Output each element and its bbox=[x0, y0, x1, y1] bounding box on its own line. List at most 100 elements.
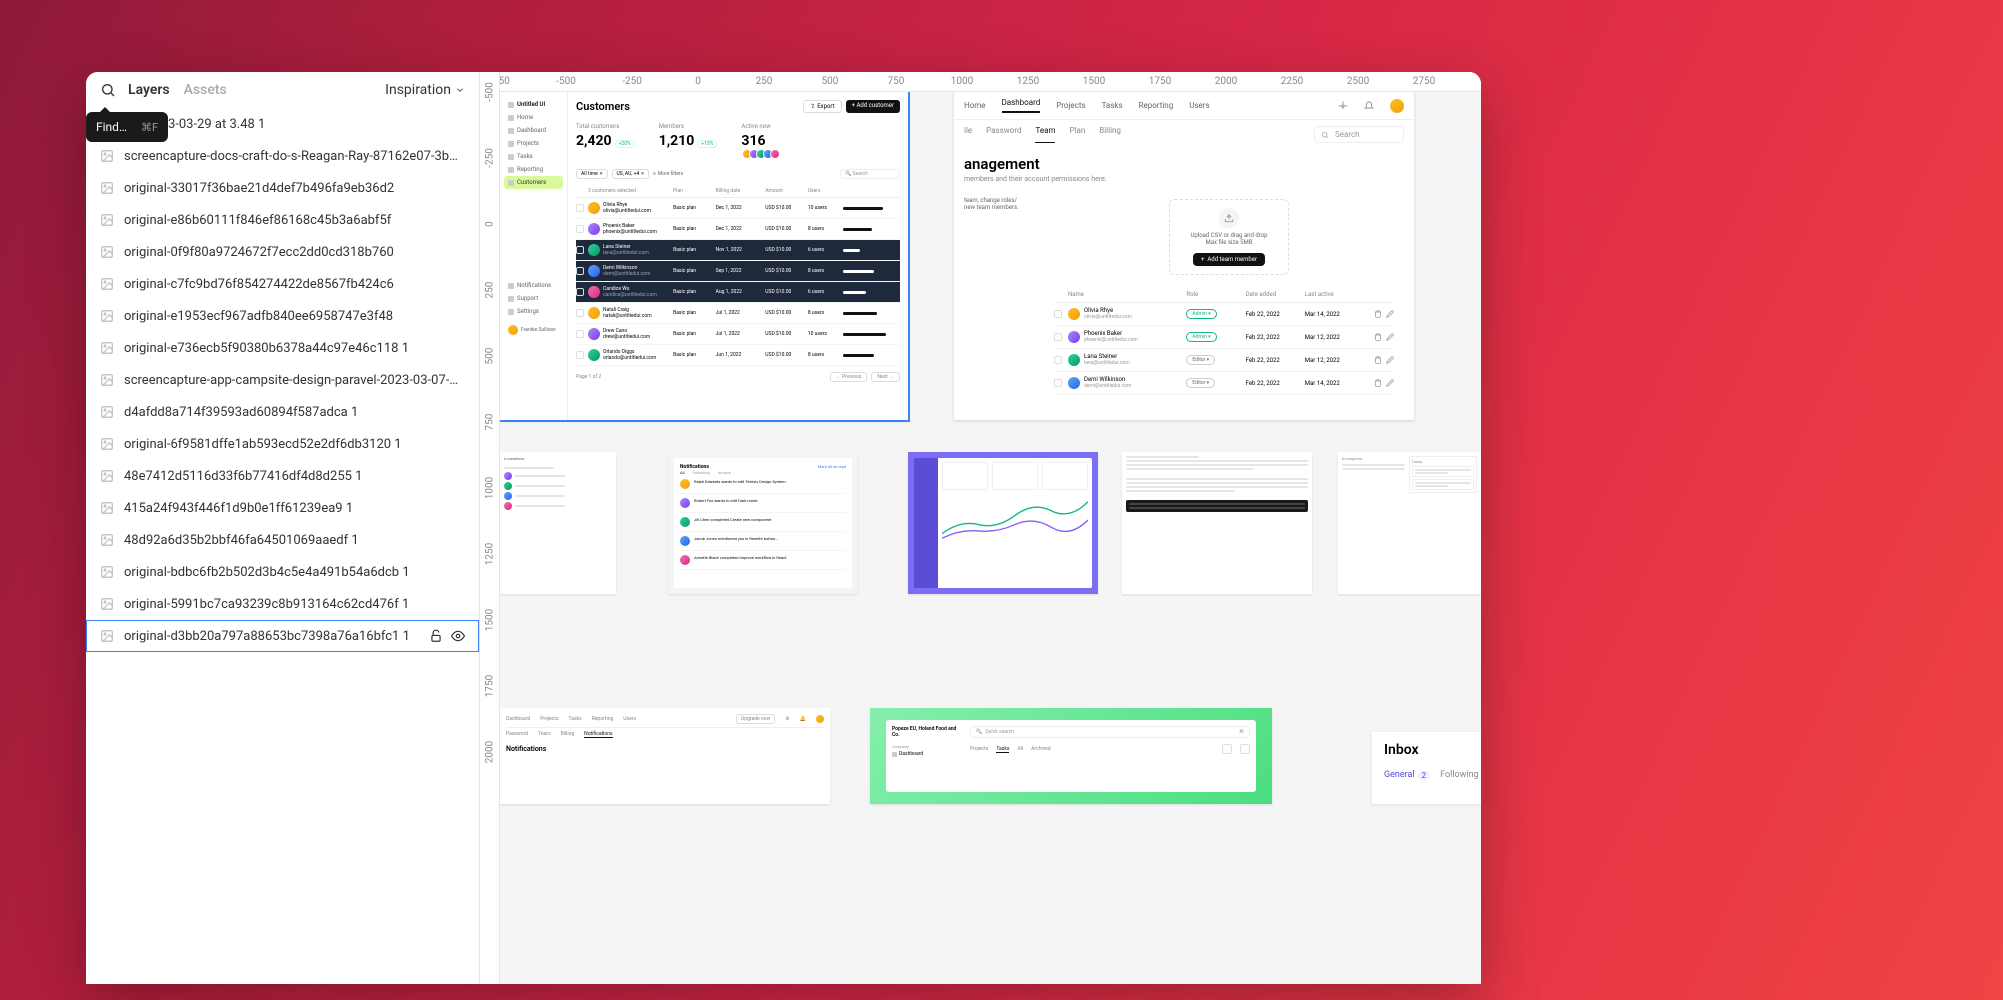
pager-prev[interactable]: ← Previous bbox=[830, 372, 868, 382]
thumb-inbox[interactable]: Inbox General 2 Following bbox=[1372, 732, 1481, 804]
trash-icon[interactable] bbox=[1374, 333, 1382, 341]
export-button[interactable]: ⇪ Export bbox=[803, 100, 841, 113]
table-row[interactable]: Natali Craignatali@untitledui.com Basic … bbox=[576, 303, 900, 324]
edit-icon[interactable] bbox=[1386, 333, 1394, 341]
nav-dashboard[interactable]: Dashboard bbox=[1002, 98, 1041, 113]
tab-assets[interactable]: Assets bbox=[184, 82, 227, 98]
filter-chip-time[interactable]: All time× bbox=[576, 169, 608, 179]
layer-item[interactable]: screencapture-docs-craft-do-s-Reagan-Ray… bbox=[86, 140, 479, 172]
layer-name: hot 2023-03-29 at 3.48 1 bbox=[124, 117, 465, 132]
layer-name: original-33017f36bae21d4def7b496fa9eb36d… bbox=[124, 181, 465, 196]
notification-row[interactable]: Ralph Edwards wants to edit Tetrisly Des… bbox=[680, 475, 846, 494]
thumb-tasks[interactable]: In progress Today bbox=[1338, 452, 1481, 594]
layer-item[interactable]: original-e736ecb5f90380b6378a44c97e46c11… bbox=[86, 332, 479, 364]
layer-item[interactable]: d4afdd8a714f39593ad60894f587adca 1 bbox=[86, 396, 479, 428]
gear-icon[interactable] bbox=[1338, 101, 1348, 111]
layer-item[interactable]: original-6f9581dffe1ab593ecd52e2df6db312… bbox=[86, 428, 479, 460]
customers-search[interactable]: 🔍 Search bbox=[840, 169, 900, 179]
search-icon[interactable] bbox=[100, 82, 116, 98]
frame-customers[interactable]: Untitled UI HomeDashboardProjectsTasksRe… bbox=[500, 92, 908, 420]
table-row[interactable]: Demi Wilkinsondemi@untitledui.com Basic … bbox=[576, 261, 900, 282]
sidebar-item[interactable]: Customers bbox=[504, 176, 563, 189]
notification-row[interactable]: Annette Black completed Improve workflow… bbox=[680, 551, 846, 570]
thumb-company-dashboard[interactable]: Popeze EU, Holand Food and Co. Company D… bbox=[870, 708, 1272, 804]
pager-next[interactable]: Next → bbox=[871, 372, 900, 382]
sidebar-item[interactable]: Home bbox=[504, 111, 563, 124]
table-row[interactable]: Demi Wilkinsondemi@untitledui.com Editor… bbox=[1054, 372, 1394, 395]
edit-icon[interactable] bbox=[1386, 379, 1394, 387]
thumb-notifications[interactable]: Notifications Mark all as read All Follo… bbox=[668, 452, 858, 594]
table-row[interactable]: Olivia Rhyeolivia@untitledui.com Basic p… bbox=[576, 198, 900, 219]
image-frame-icon bbox=[100, 597, 114, 611]
trash-icon[interactable] bbox=[1374, 310, 1382, 318]
notification-row[interactable]: Jill Chen completed Create new component bbox=[680, 513, 846, 532]
layer-item[interactable]: screencapture-app-campsite-design-parave… bbox=[86, 364, 479, 396]
thumb-document[interactable] bbox=[1122, 452, 1312, 594]
sidebar-item[interactable]: Support bbox=[504, 292, 563, 305]
sidebar-item[interactable]: Settings bbox=[504, 305, 563, 318]
edit-icon[interactable] bbox=[1386, 356, 1394, 364]
sidebar-item[interactable]: Reporting bbox=[504, 163, 563, 176]
layer-item[interactable]: original-c7fc9bd76f854274422de8567fb424c… bbox=[86, 268, 479, 300]
table-row[interactable]: Candice Wucandice@untitledui.com Basic p… bbox=[576, 282, 900, 303]
table-row[interactable]: Phoenix Bakerphoenix@untitledui.com Basi… bbox=[576, 219, 900, 240]
layer-item[interactable]: original-5991bc7ca93239c8b913164c62cd476… bbox=[86, 588, 479, 620]
table-row[interactable]: Orlando Diggsorlando@untitledui.com Basi… bbox=[576, 345, 900, 366]
nav-tasks[interactable]: Tasks bbox=[1102, 101, 1123, 110]
edit-icon[interactable] bbox=[1386, 310, 1394, 318]
bell-icon[interactable] bbox=[1364, 101, 1374, 111]
table-row[interactable]: Olivia Rhyeolivia@untitledui.com Admin ▾… bbox=[1054, 303, 1394, 326]
layer-item[interactable]: original-0f9f80a9724672f7ecc2dd0cd318b76… bbox=[86, 236, 479, 268]
nav-users[interactable]: Users bbox=[1189, 101, 1209, 110]
more-filters[interactable]: ≡ More filters bbox=[653, 171, 683, 177]
layers-panel: Layers Assets Inspiration Find… ⌘F hot 2… bbox=[86, 72, 480, 984]
team-search[interactable]: Search bbox=[1314, 126, 1404, 143]
thumb-settings-notifications[interactable]: Dashboard Projects Tasks Reporting Users… bbox=[500, 708, 830, 804]
add-customer-button[interactable]: + Add customer bbox=[846, 100, 900, 113]
upgrade-button[interactable]: Upgrade now bbox=[736, 714, 775, 724]
add-team-member-button[interactable]: + Add team member bbox=[1193, 253, 1265, 266]
layer-item[interactable]: 415a24f943f446f1d9b0e1ff61239ea9 1 bbox=[86, 492, 479, 524]
canvas[interactable]: -750-500-2500250500750100012501500175020… bbox=[480, 72, 1481, 984]
image-frame-icon bbox=[100, 469, 114, 483]
table-row[interactable]: Drew Canodrew@untitledui.com Basic planJ… bbox=[576, 324, 900, 345]
sidebar-item[interactable]: Dashboard bbox=[504, 124, 563, 137]
table-row[interactable]: Lana Steinerlana@untitledui.com Editor ▾… bbox=[1054, 349, 1394, 372]
layer-item[interactable]: 48e7412d5116d33f6b77416df4d8d255 1 bbox=[86, 460, 479, 492]
sidebar-item[interactable]: Projects bbox=[504, 137, 563, 150]
filter-chip-region[interactable]: US, AU, +4× bbox=[612, 169, 649, 179]
frame-team-management[interactable]: Home Dashboard Projects Tasks Reporting … bbox=[954, 92, 1414, 420]
layer-item[interactable]: original-33017f36bae21d4def7b496fa9eb36d… bbox=[86, 172, 479, 204]
table-row[interactable]: Lana Steinerlana@untitledui.com Basic pl… bbox=[576, 240, 900, 261]
layer-item[interactable]: original-e1953ecf967adfb840ee6958747e3f4… bbox=[86, 300, 479, 332]
nav-home[interactable]: Home bbox=[964, 101, 986, 110]
team-nav: Home Dashboard Projects Tasks Reporting … bbox=[954, 92, 1414, 120]
table-row[interactable]: Phoenix Bakerphoenix@untitledui.com Admi… bbox=[1054, 326, 1394, 349]
notification-row[interactable]: Jacob Jones mentioned you in Rewrite but… bbox=[680, 532, 846, 551]
nav-reporting[interactable]: Reporting bbox=[1139, 101, 1174, 110]
inbox-tab-general[interactable]: General 2 bbox=[1384, 770, 1430, 780]
thumb-analytics[interactable] bbox=[908, 452, 1098, 594]
layer-item[interactable]: original-bdbc6fb2b502d3b4c5e4a491b54a6dc… bbox=[86, 556, 479, 588]
trash-icon[interactable] bbox=[1374, 356, 1382, 364]
inbox-tab-following[interactable]: Following bbox=[1440, 770, 1479, 780]
notification-row[interactable]: Robert Fox wants to edit Dark mode bbox=[680, 494, 846, 513]
thumb-members[interactable]: n members bbox=[500, 452, 616, 594]
layer-item[interactable]: original-d3bb20a797a88653bc7398a76a16bfc… bbox=[86, 620, 479, 652]
tooltip-label: Find… bbox=[96, 120, 127, 134]
page-dropdown[interactable]: Inspiration bbox=[385, 82, 465, 98]
avatar[interactable] bbox=[1390, 99, 1404, 113]
find-tooltip: Find… ⌘F bbox=[86, 112, 168, 142]
upload-dropzone[interactable]: Upload CSV or drag and drop Max file siz… bbox=[1169, 199, 1289, 275]
tab-layers[interactable]: Layers bbox=[128, 82, 170, 98]
layer-item[interactable]: original-e86b60111f846ef86168c45b3a6abf5… bbox=[86, 204, 479, 236]
nav-projects[interactable]: Projects bbox=[1056, 101, 1085, 110]
sidebar-item[interactable]: Tasks bbox=[504, 150, 563, 163]
sidebar-item[interactable]: Notifications bbox=[504, 279, 563, 292]
lock-icon[interactable] bbox=[429, 629, 443, 643]
eye-icon[interactable] bbox=[451, 629, 465, 643]
mark-all-read[interactable]: Mark all as read bbox=[818, 464, 846, 470]
layer-item[interactable]: 48d92a6d35b2bbf46fa64501069aaedf 1 bbox=[86, 524, 479, 556]
trash-icon[interactable] bbox=[1374, 379, 1382, 387]
quick-search[interactable]: 🔍 Quick search ⌘ bbox=[970, 726, 1250, 738]
